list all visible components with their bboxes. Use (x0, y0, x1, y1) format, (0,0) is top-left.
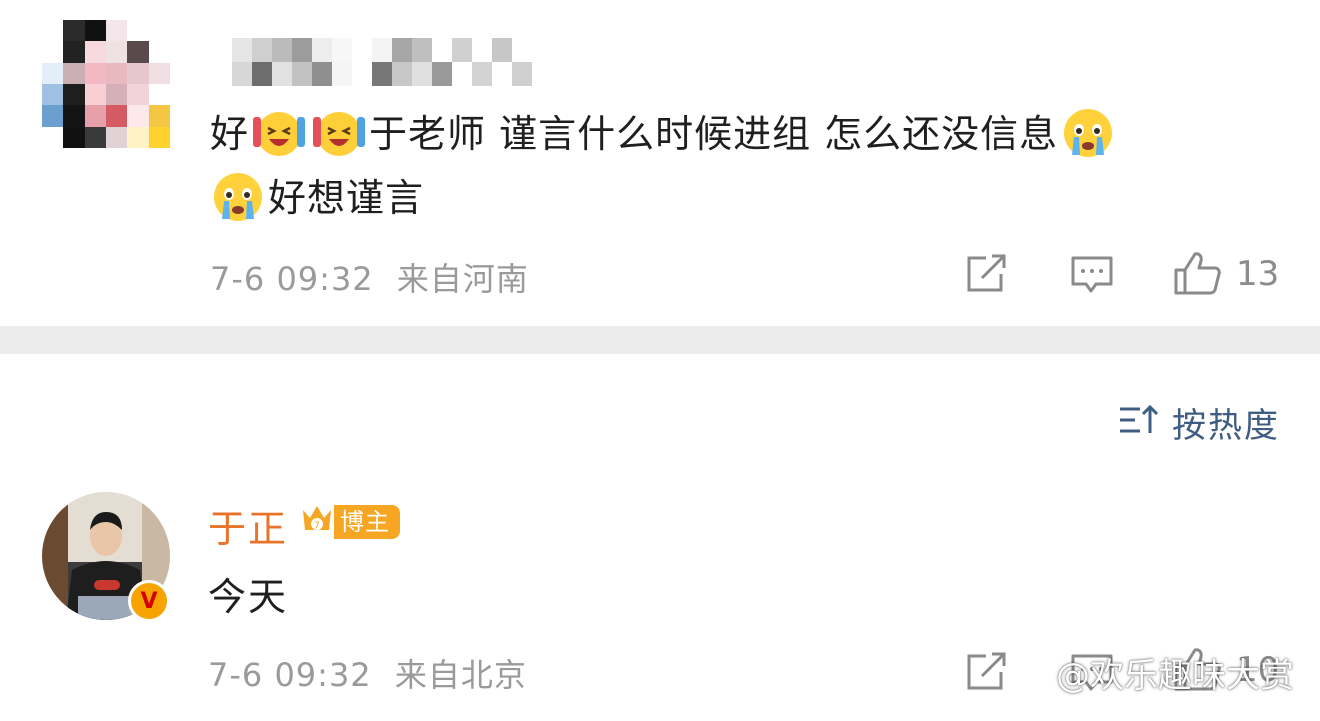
reply-text: 今天 (208, 575, 289, 619)
like-icon[interactable] (1172, 250, 1222, 300)
comment2-meta: 7-6 09:32 来自北京 (208, 650, 527, 696)
author-name[interactable]: 于正 (208, 498, 288, 553)
comment-text: 好 于老师 谨言什么时候进组 怎么还没信息 好想谨言 (210, 102, 1270, 230)
blogger-tag-label: 博主 (334, 505, 400, 539)
laugh-cry-emoji-icon (251, 105, 307, 161)
comment-line-1: 好 于老师 谨言什么时候进组 怎么还没信息 (210, 102, 1270, 166)
crying-emoji-icon (210, 169, 266, 225)
username-blurred[interactable] (232, 38, 532, 86)
laugh-cry-emoji-icon (311, 105, 367, 161)
svg-text:7: 7 (314, 521, 320, 531)
timestamp: 7-6 09:32 (208, 656, 372, 694)
crying-emoji-icon (1060, 105, 1116, 161)
section-divider (0, 326, 1320, 354)
sort-by-hot-button[interactable]: 按热度 (1118, 398, 1280, 446)
weibo-logo-icon (1002, 649, 1048, 696)
share-icon[interactable] (964, 254, 1008, 298)
watermark-text: @欢乐趣味大赏 (1056, 656, 1294, 696)
avatar-blurred[interactable] (42, 20, 170, 148)
sort-label: 按热度 (1172, 405, 1280, 446)
like-count: 13 (1236, 254, 1280, 294)
blogger-badge: 7 博主 (300, 502, 400, 542)
comment-icon[interactable] (1070, 254, 1114, 300)
timestamp: 7-6 09:32 (210, 260, 374, 298)
comment-line-2: 好想谨言 (210, 166, 1270, 230)
verified-v-badge-icon: V (128, 580, 170, 622)
location: 来自北京 (394, 656, 527, 694)
crown-icon: 7 (300, 500, 334, 544)
comment1-meta: 7-6 09:32 来自河南 (210, 254, 529, 300)
watermark: @欢乐趣味大赏 (1002, 648, 1294, 697)
sort-icon (1118, 403, 1160, 441)
location: 来自河南 (396, 260, 529, 298)
